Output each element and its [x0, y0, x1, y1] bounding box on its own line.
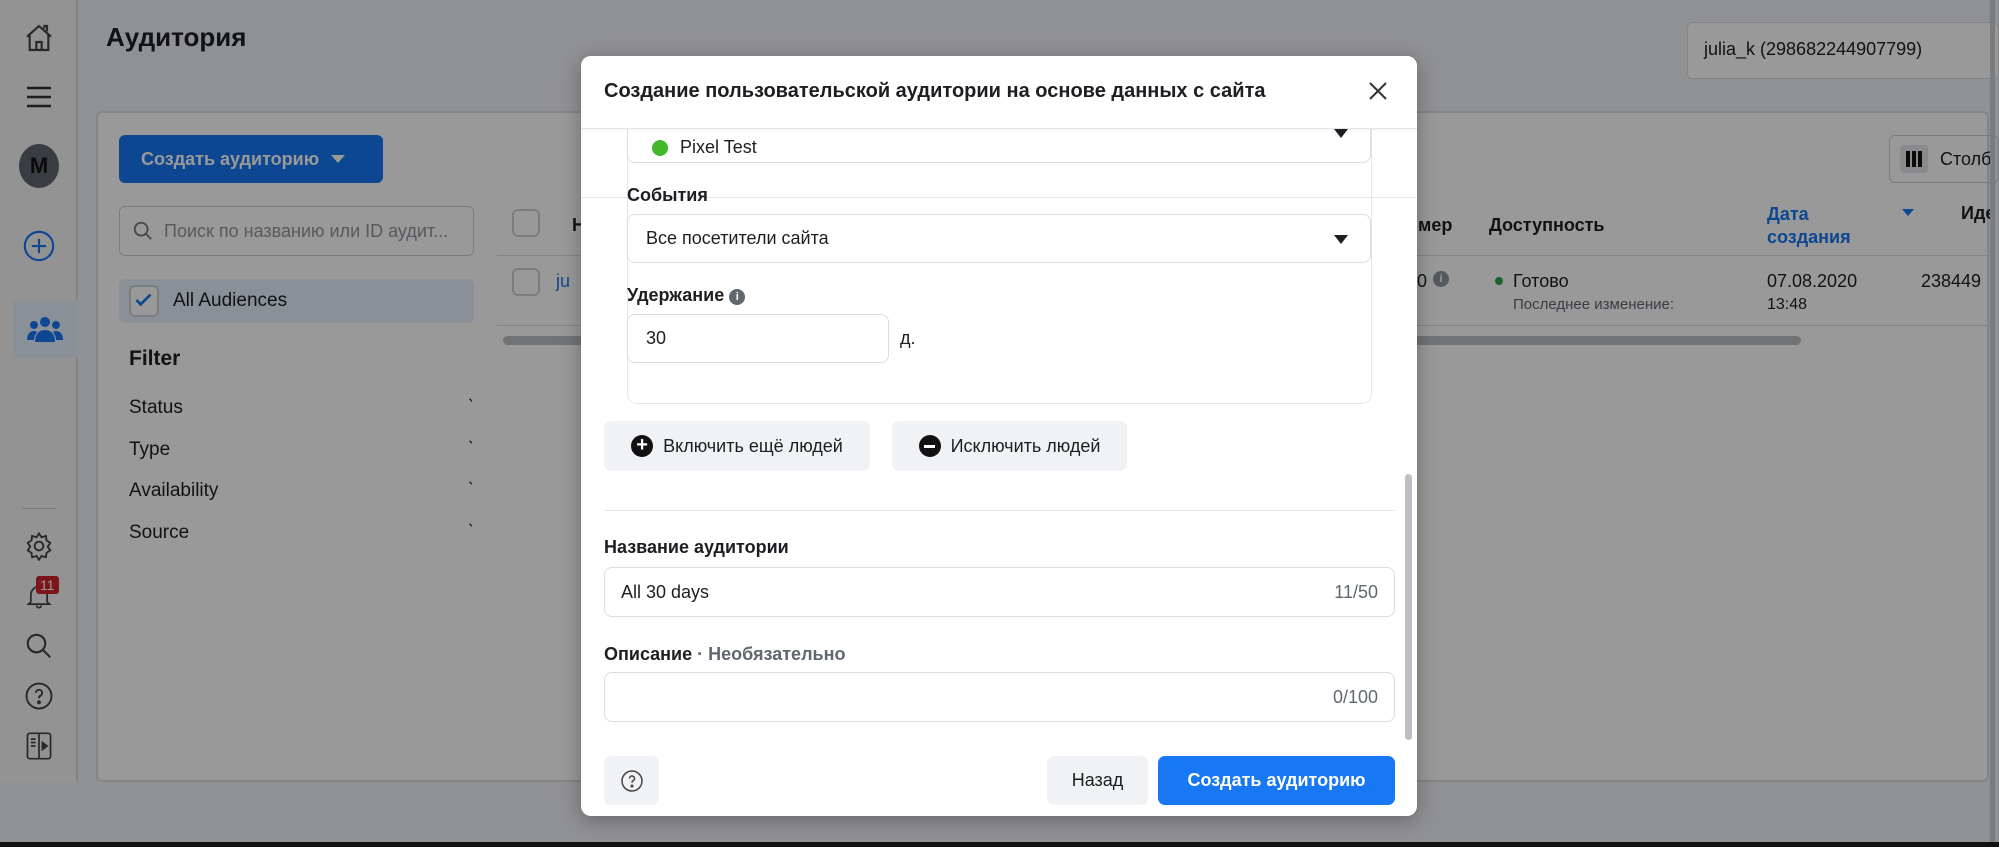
description-char-counter: 0/100 — [1332, 686, 1378, 707]
back-button[interactable]: Назад — [1047, 756, 1148, 805]
plus-circle-icon: + — [631, 435, 654, 457]
pixel-status-dot — [652, 140, 668, 156]
description-input[interactable]: 0/100 — [604, 672, 1395, 722]
events-label: События — [627, 185, 708, 205]
create-audience-submit-button[interactable]: Создать аудиторию — [1158, 756, 1395, 805]
caret-down-icon — [1334, 129, 1348, 138]
retention-unit: д. — [900, 328, 916, 348]
audience-name-input[interactable]: All 30 days 11/50 — [604, 567, 1395, 617]
help-button[interactable] — [604, 756, 659, 805]
retention-label: Удержание i — [627, 285, 746, 306]
create-website-audience-dialog: Pixel Test События Все посетители сайта … — [581, 56, 1417, 816]
help-icon — [620, 769, 643, 792]
dialog-header: Создание пользовательской аудитории на о… — [581, 56, 1417, 129]
include-people-button[interactable]: + Включить ещё людей — [604, 421, 870, 471]
name-char-counter: 11/50 — [1334, 581, 1378, 602]
dialog-title: Создание пользовательской аудитории на о… — [604, 80, 1266, 102]
events-select[interactable]: Все посетители сайта — [627, 214, 1371, 263]
retention-input[interactable]: 30 — [627, 314, 889, 363]
audience-name-label: Название аудитории — [604, 537, 789, 557]
modal-scrollbar[interactable] — [1405, 474, 1412, 740]
description-label: Описание · Необязательно — [604, 644, 846, 664]
close-icon[interactable] — [1367, 80, 1389, 102]
caret-down-icon — [1334, 235, 1348, 244]
minus-circle-icon — [918, 435, 941, 457]
info-icon[interactable]: i — [729, 289, 746, 305]
exclude-people-button[interactable]: Исключить людей — [892, 421, 1127, 471]
